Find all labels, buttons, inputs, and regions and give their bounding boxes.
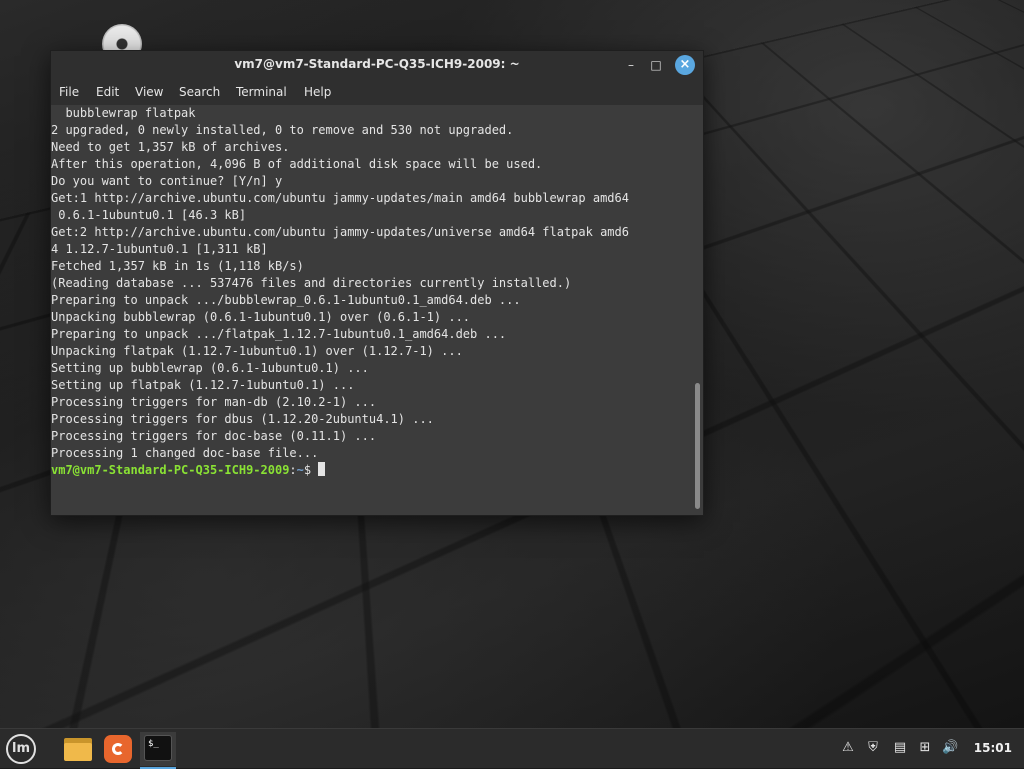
menu-bar: File Edit View Search Terminal Help <box>51 79 703 105</box>
terminal-line: 4 1.12.7-1ubuntu0.1 [1,311 kB] <box>51 242 268 256</box>
terminal-line: After this operation, 4,096 B of additio… <box>51 157 543 171</box>
terminal-line: 0.6.1-1ubuntu0.1 [46.3 kB] <box>51 208 247 222</box>
maximize-button[interactable]: □ <box>646 55 666 75</box>
network-icon[interactable]: ⊞ <box>917 740 933 756</box>
prompt-user: vm7@vm7-Standard-PC-Q35-ICH9-2009 <box>51 463 290 477</box>
terminal-taskbar-button[interactable]: $_ <box>140 732 176 769</box>
terminal-line: Processing triggers for dbus (1.12.20-2u… <box>51 412 434 426</box>
menu-help[interactable]: Help <box>304 85 331 99</box>
shield-icon[interactable]: ⛨ <box>865 740 881 756</box>
close-button[interactable]: × <box>675 55 695 75</box>
title-bar[interactable]: vm7@vm7-Standard-PC-Q35-ICH9-2009: ~ – □… <box>51 51 703 79</box>
desktop: vm7@vm7-Standard-PC-Q35-ICH9-2009: ~ – □… <box>0 0 1024 728</box>
terminal-window[interactable]: vm7@vm7-Standard-PC-Q35-ICH9-2009: ~ – □… <box>50 50 704 516</box>
taskbar: lm $_ ⚠ ⛨ ▤ ⊞ 🔊 15:01 <box>0 728 1024 769</box>
menu-view[interactable]: View <box>135 85 163 99</box>
terminal-line: Processing triggers for man-db (2.10.2-1… <box>51 395 377 409</box>
terminal-line: Setting up flatpak (1.12.7-1ubuntu0.1) .… <box>51 378 355 392</box>
terminal-line: Setting up bubblewrap (0.6.1-1ubuntu0.1)… <box>51 361 369 375</box>
terminal-line: (Reading database ... 537476 files and d… <box>51 276 572 290</box>
prompt-line: vm7@vm7-Standard-PC-Q35-ICH9-2009:~$ <box>51 462 691 479</box>
terminal-line: Processing triggers for doc-base (0.11.1… <box>51 429 377 443</box>
terminal-line: Unpacking bubblewrap (0.6.1-1ubuntu0.1) … <box>51 310 471 324</box>
firefox-launcher[interactable] <box>101 732 135 766</box>
folder-icon-front <box>64 743 92 761</box>
terminal-line: Preparing to unpack .../bubblewrap_0.6.1… <box>51 293 521 307</box>
menu-search[interactable]: Search <box>179 85 220 99</box>
scrollbar-thumb[interactable] <box>695 383 700 509</box>
prompt-separator: : <box>289 463 297 477</box>
terminal-line: Get:2 http://archive.ubuntu.com/ubuntu j… <box>51 225 629 239</box>
menu-file[interactable]: File <box>59 85 79 99</box>
menu-terminal[interactable]: Terminal <box>236 85 287 99</box>
terminal-lines: bubblewrap flatpak 2 upgraded, 0 newly in… <box>51 105 691 462</box>
menu-edit[interactable]: Edit <box>96 85 119 99</box>
terminal-line: Fetched 1,357 kB in 1s (1,118 kB/s) <box>51 259 304 273</box>
volume-icon[interactable]: 🔊 <box>942 740 958 756</box>
terminal-line: Get:1 http://archive.ubuntu.com/ubuntu j… <box>51 191 629 205</box>
prompt-path: ~ <box>296 463 304 477</box>
prompt-symbol: $ <box>303 463 319 477</box>
clock[interactable]: 15:01 <box>974 741 1012 755</box>
firefox-icon <box>104 735 132 763</box>
terminal-line: Need to get 1,357 kB of archives. <box>51 140 290 154</box>
minimize-button[interactable]: – <box>621 55 641 75</box>
terminal-line: Preparing to unpack .../flatpak_1.12.7-1… <box>51 327 507 341</box>
clipboard-icon[interactable]: ▤ <box>892 740 908 756</box>
terminal-icon: $_ <box>144 735 172 761</box>
terminal-output[interactable]: bubblewrap flatpak 2 upgraded, 0 newly in… <box>51 105 691 515</box>
text-cursor <box>318 462 326 476</box>
terminal-line: Unpacking flatpak (1.12.7-1ubuntu0.1) ov… <box>51 344 463 358</box>
mint-menu-button[interactable]: lm <box>6 734 36 764</box>
terminal-line: 2 upgraded, 0 newly installed, 0 to remo… <box>51 123 514 137</box>
window-title: vm7@vm7-Standard-PC-Q35-ICH9-2009: ~ <box>234 57 520 71</box>
terminal-line: Processing 1 changed doc-base file... <box>51 446 319 460</box>
scrollbar[interactable] <box>691 105 703 515</box>
terminal-line: bubblewrap flatpak <box>51 106 196 120</box>
update-manager-icon[interactable]: ⚠ <box>840 740 856 756</box>
terminal-line: Do you want to continue? [Y/n] y <box>51 174 283 188</box>
files-launcher[interactable] <box>61 732 95 766</box>
